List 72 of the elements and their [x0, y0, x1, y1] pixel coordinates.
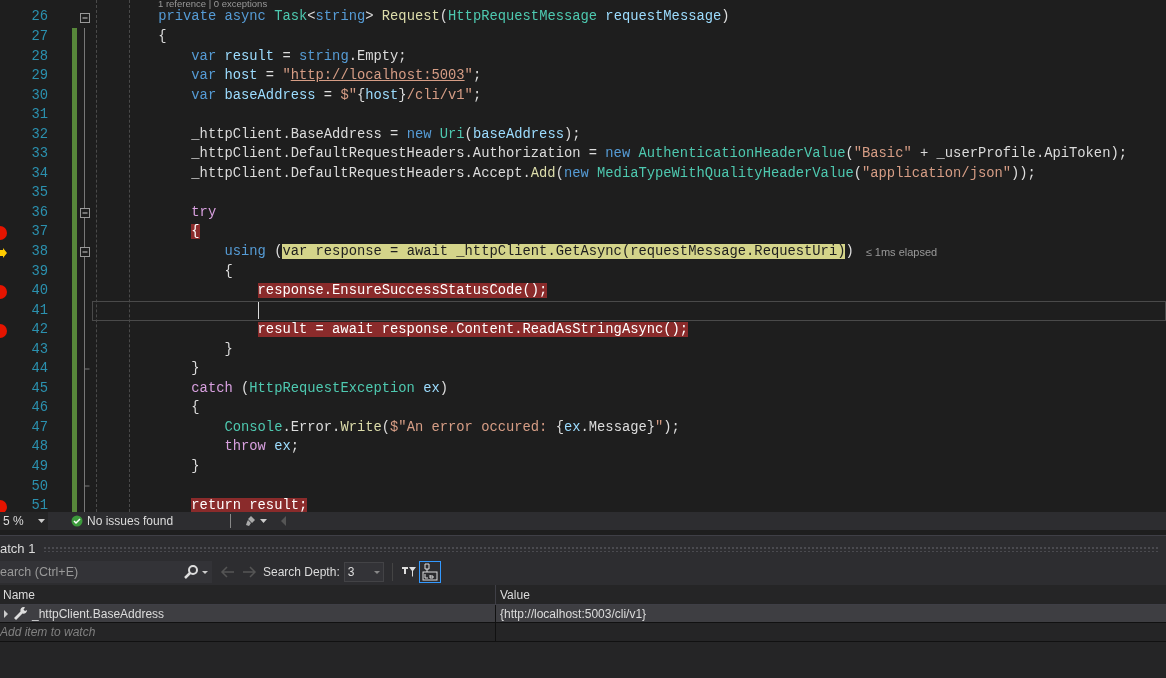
- code-line: var result = string.Empty;: [191, 47, 407, 66]
- add-watch-placeholder[interactable]: Add item to watch: [0, 623, 96, 641]
- line-number: 29: [30, 67, 48, 86]
- code-line: _httpClient.BaseAddress = new Uri(baseAddress);: [191, 125, 581, 144]
- caret-icon: [260, 519, 268, 523]
- elapsed-time-hint: ≤ 1ms elapsed: [865, 245, 938, 261]
- line-number: 50: [30, 477, 48, 496]
- line-number: 36: [30, 203, 48, 222]
- code-lens[interactable]: 1 reference | 0 exceptions: [158, 0, 268, 8]
- search-field[interactable]: earch (Ctrl+E): [0, 561, 184, 583]
- code-line: {: [158, 28, 167, 46]
- line-number: 30: [30, 86, 48, 105]
- code-line: _httpClient.DefaultRequestHeaders.Authorization = new AuthenticationHeaderValue("Basic" + _userProfile.ApiToken);: [191, 145, 1127, 164]
- line-number: 26: [30, 8, 48, 27]
- code-line: var baseAddress = $"{host}/cli/v1";: [191, 86, 482, 105]
- code-line: }: [191, 458, 200, 476]
- line-number: 40: [30, 282, 48, 301]
- issues-status[interactable]: No issues found: [87, 512, 174, 530]
- line-number: 49: [30, 458, 48, 476]
- brush-icon[interactable]: [245, 515, 257, 527]
- line-number: 31: [30, 106, 48, 125]
- line-number: 28: [30, 47, 48, 66]
- watch-value: {http://localhost:5003/cli/v1}: [500, 605, 647, 623]
- code-line: {: [224, 262, 233, 281]
- wrench-icon: [13, 606, 28, 621]
- collapse-icon[interactable]: [79, 208, 90, 219]
- line-number: 42: [30, 321, 48, 340]
- line-number: 35: [30, 184, 48, 203]
- tab-view-icon: [421, 563, 438, 581]
- line-number: 34: [30, 164, 48, 183]
- caret-icon: [202, 570, 208, 574]
- line-number: 27: [30, 28, 48, 46]
- line-number: 38: [30, 243, 48, 261]
- watch-name: _httpClient.BaseAddress: [32, 605, 165, 623]
- line-number: 44: [30, 360, 48, 379]
- zoom-dropdown[interactable]: 5 %: [0, 512, 48, 530]
- code-line: private async Task<string> Request(HttpRequestMessage requestMessage): [158, 9, 730, 27]
- line-number: 33: [30, 145, 48, 164]
- line-number: 32: [30, 125, 48, 144]
- code-line: _httpClient.DefaultRequestHeaders.Accept.Add(new MediaTypeWithQualityHeaderValue("application/json"));: [191, 164, 1036, 183]
- line-number: 48: [30, 438, 48, 457]
- tab-view-button[interactable]: [418, 561, 441, 583]
- search-icon[interactable]: [184, 565, 198, 579]
- caret-icon: [38, 519, 45, 523]
- collapse-icon[interactable]: [79, 247, 90, 258]
- caret-icon: [373, 570, 380, 574]
- line-number: 47: [30, 418, 48, 437]
- panel-title: atch 1: [0, 540, 36, 559]
- code-line: {: [191, 399, 200, 418]
- line-number: 41: [30, 301, 48, 320]
- depth-dropdown[interactable]: 3: [343, 562, 384, 582]
- code-line: Console.Error.Write($"An error occured: {ex.Message}");: [224, 418, 680, 437]
- check-icon: [71, 515, 83, 527]
- column-header[interactable]: Name: [3, 585, 35, 604]
- code-line: var host = "http://localhost:5003";: [191, 67, 482, 86]
- line-number: 43: [30, 340, 48, 359]
- code-line: catch (HttpRequestException ex): [191, 379, 449, 398]
- code-line: try: [191, 203, 217, 222]
- code-line: throw ex;: [224, 438, 299, 457]
- line-number: 51: [30, 497, 48, 512]
- collapse-icon[interactable]: [79, 12, 90, 23]
- code-line: }: [224, 340, 233, 359]
- line-number: 39: [30, 262, 48, 281]
- expand-arrow-icon[interactable]: [3, 609, 9, 618]
- line-number: 45: [30, 379, 48, 398]
- code-line: using (var response = await _httpClient.GetAsync(requestMessage.RequestUri)): [224, 243, 854, 261]
- line-number: 37: [30, 223, 48, 242]
- column-header[interactable]: Value: [500, 585, 530, 604]
- line-number: 46: [30, 399, 48, 418]
- watch-row[interactable]: _httpClient.BaseAddress {http://localhost:5003/cli/v1}: [0, 605, 1166, 623]
- search-depth-label: Search Depth:: [263, 564, 340, 581]
- code-line: }: [191, 360, 200, 379]
